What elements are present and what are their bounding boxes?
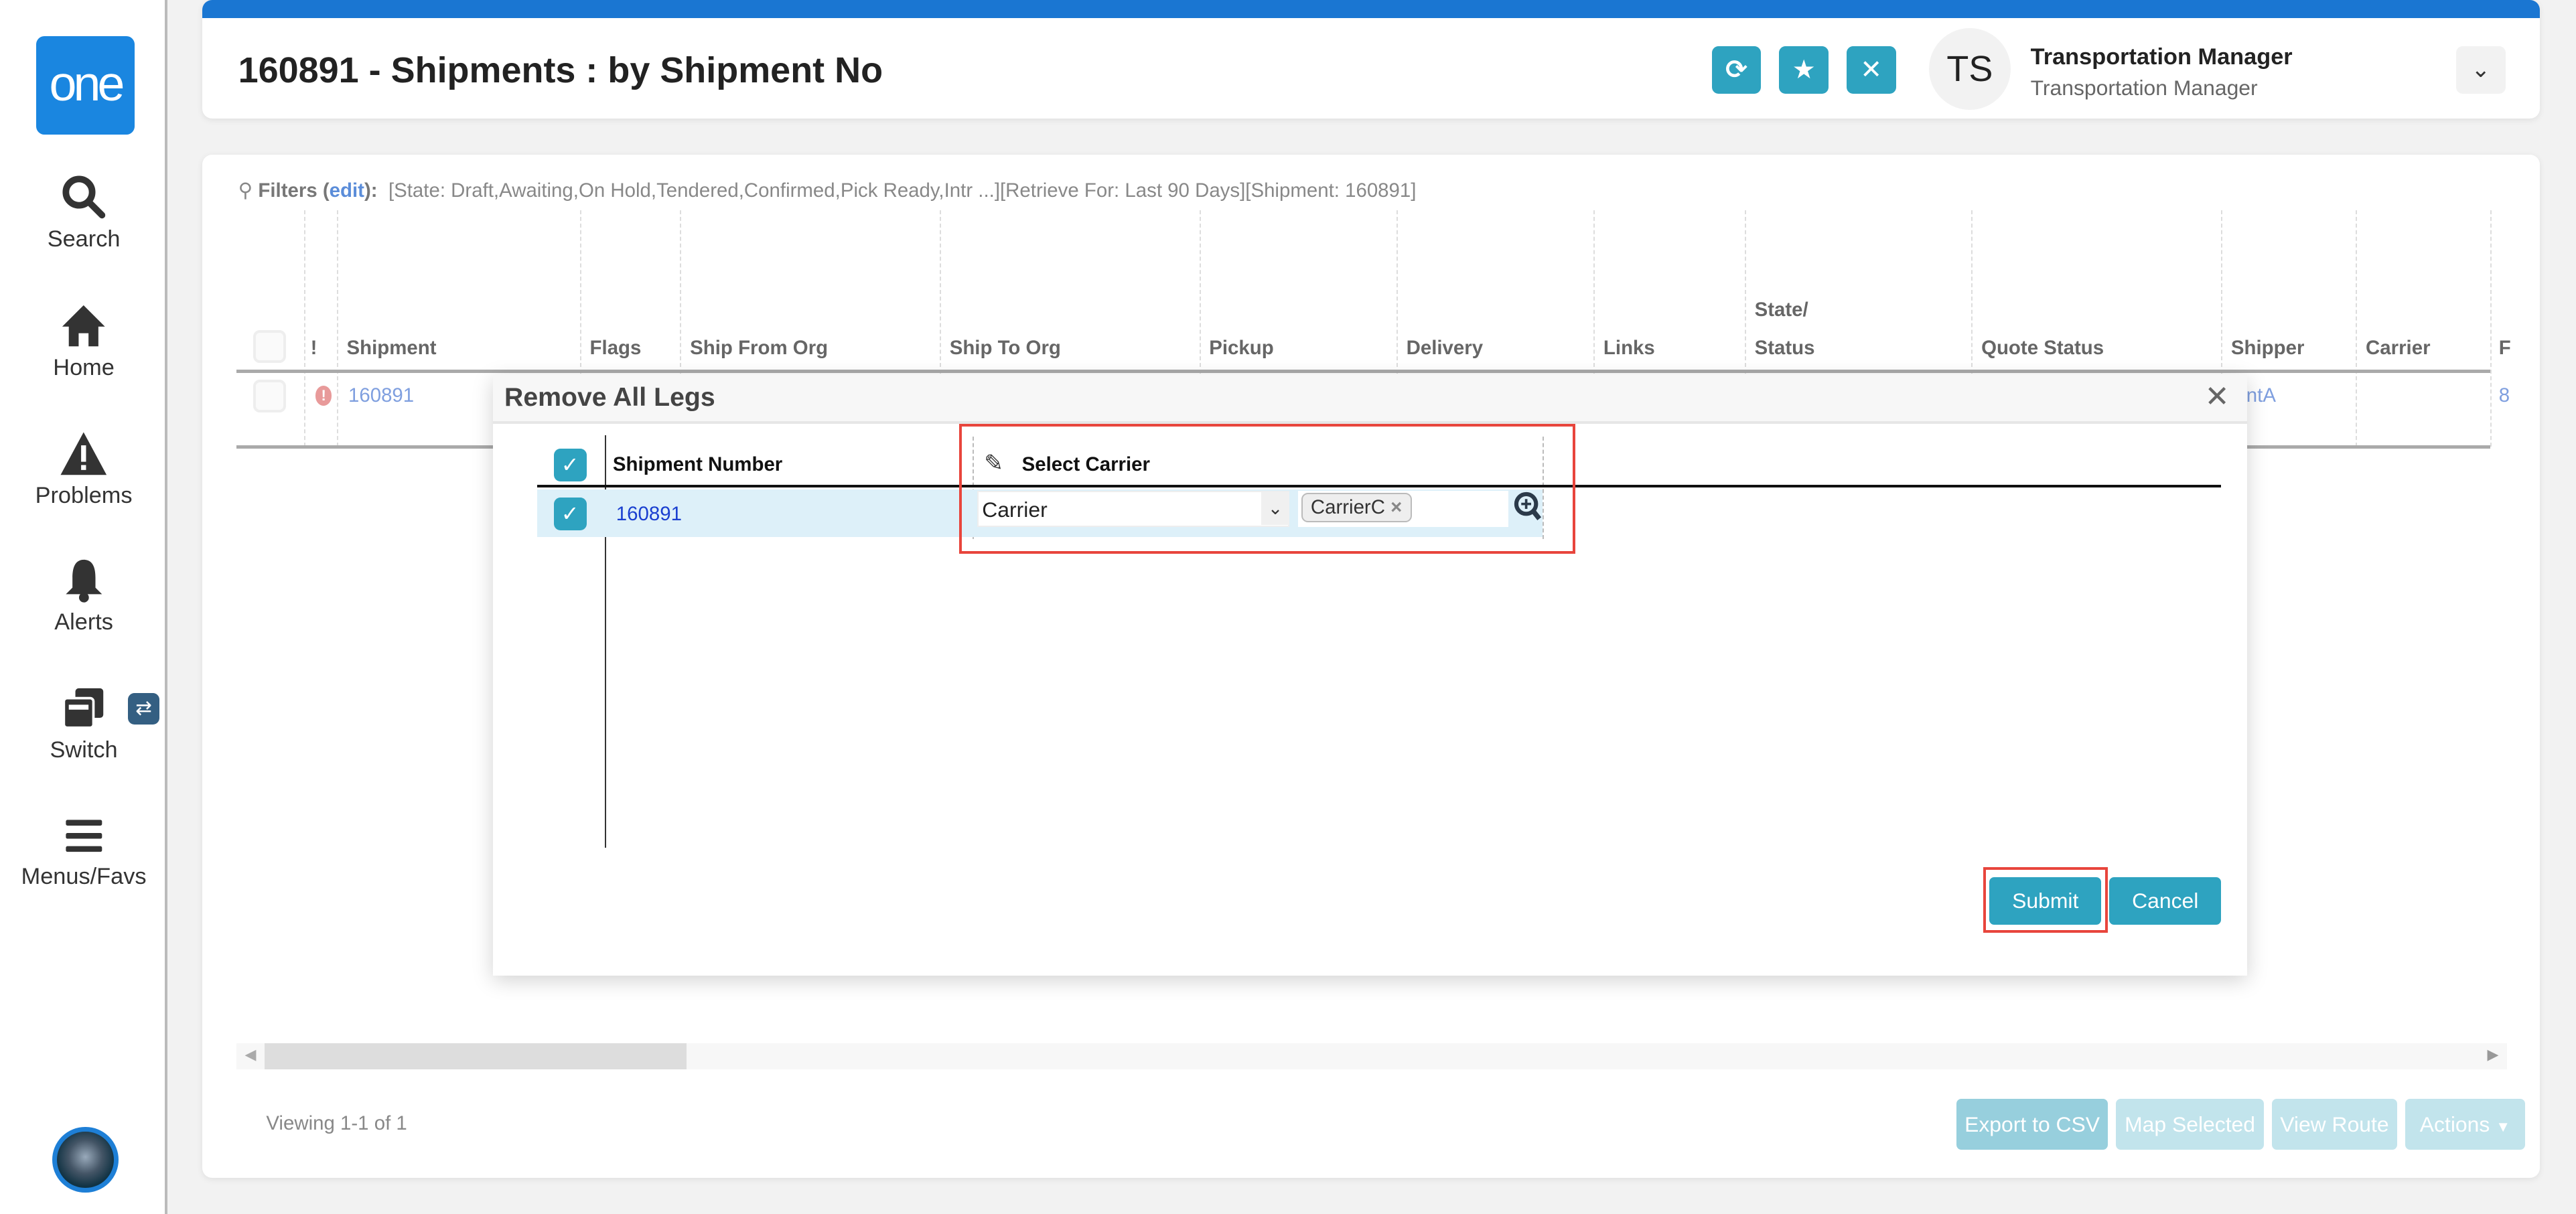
column-header-ship-from[interactable]: Ship From Org [690, 337, 828, 360]
map-selected-button[interactable]: Map Selected [2116, 1098, 2264, 1150]
sidebar-item-alerts[interactable]: Alerts [0, 556, 167, 635]
actions-button[interactable]: Actions ▼ [2405, 1098, 2525, 1150]
warning-icon [60, 432, 107, 475]
dialog-title: Remove All Legs [504, 382, 715, 412]
home-icon [62, 305, 105, 347]
cancel-button[interactable]: Cancel [2109, 877, 2222, 925]
windows-icon [62, 688, 104, 729]
user-avatar[interactable] [52, 1126, 119, 1193]
column-header-quote-status[interactable]: Quote Status [1981, 337, 2104, 360]
scroll-right-icon[interactable]: ▶ [2488, 1046, 2499, 1063]
row-checkbox[interactable] [253, 379, 286, 412]
highlight-select-carrier [959, 423, 1576, 554]
sidebar-item-label: Search [47, 226, 121, 252]
column-header-state[interactable]: State/ [1755, 299, 1808, 321]
column-header-ship-to[interactable]: Ship To Org [950, 337, 1061, 360]
scrollbar-thumb[interactable] [264, 1043, 687, 1069]
close-page-button[interactable]: ✕ [1846, 46, 1896, 94]
shipment-link[interactable]: 160891 [348, 384, 414, 407]
star-icon: ★ [1792, 54, 1816, 84]
column-divider [336, 210, 338, 447]
column-header-shipment-number: Shipment Number [612, 453, 783, 475]
chevron-down-icon: ⌄ [2471, 56, 2491, 82]
export-csv-button[interactable]: Export to CSV [1956, 1098, 2108, 1150]
filter-search-icon: ⚲ [238, 179, 253, 202]
user-initials-avatar[interactable]: TS [1928, 27, 2011, 110]
user-name: Transportation Manager [2030, 44, 2293, 70]
menu-icon [66, 819, 102, 852]
user-role: Transportation Manager [2030, 75, 2258, 100]
column-header-shipper[interactable]: Shipper [2231, 337, 2305, 360]
filters-label-end: ): [364, 179, 378, 202]
sidebar: one Search Home Problems Alerts Switch ⇄… [0, 0, 168, 1214]
column-header-links[interactable]: Links [1603, 337, 1655, 360]
page-header: 160891 - Shipments : by Shipment No ⟳ ★ … [202, 0, 2541, 119]
actions-label: Actions [2419, 1112, 2490, 1136]
row-extra-link[interactable]: 8 [2499, 384, 2510, 407]
sidebar-item-menus[interactable]: Menus/Favs [0, 815, 167, 891]
page-title: 160891 - Shipments : by Shipment No [238, 50, 883, 90]
favorite-button[interactable]: ★ [1779, 46, 1829, 94]
column-divider [303, 210, 305, 447]
column-header-pickup[interactable]: Pickup [1209, 337, 1273, 360]
select-all-checkbox[interactable]: ✓ [553, 448, 587, 481]
filters-label: Filters ( [258, 179, 330, 202]
sidebar-item-label: Switch [50, 737, 118, 763]
sidebar-item-label: Menus/Favs [21, 864, 147, 890]
pagination-info: Viewing 1-1 of 1 [266, 1112, 407, 1134]
column-header-delivery[interactable]: Delivery [1407, 337, 1484, 360]
column-header-flags[interactable]: Flags [590, 337, 642, 360]
sidebar-item-home[interactable]: Home [0, 302, 167, 380]
horizontal-scrollbar[interactable]: ◀ ▶ [236, 1043, 2507, 1069]
column-header-carrier[interactable]: Carrier [2366, 337, 2431, 360]
sidebar-item-search[interactable]: Search [0, 174, 167, 252]
dialog-header: Remove All Legs ✕ [492, 374, 2248, 424]
caret-down-icon: ▼ [2496, 1118, 2511, 1135]
close-icon: ✕ [1860, 54, 1883, 84]
filters-edit-link[interactable]: edit [330, 179, 364, 202]
sidebar-item-label: Problems [35, 483, 133, 509]
header-divider [236, 369, 2491, 373]
column-header-status[interactable]: Status [1755, 337, 1815, 360]
bell-icon [66, 560, 102, 603]
column-header-f[interactable]: F [2499, 337, 2511, 360]
app-logo[interactable]: one [35, 35, 135, 135]
search-icon [62, 175, 105, 219]
shipment-number-link[interactable]: 160891 [616, 503, 682, 526]
refresh-button[interactable]: ⟳ [1711, 46, 1762, 94]
filters-bar: ⚲ Filters (edit): [State: Draft,Awaiting… [238, 179, 1417, 202]
view-route-button[interactable]: View Route [2272, 1098, 2397, 1150]
column-header-shipment[interactable]: Shipment [347, 337, 437, 360]
column-divider [2356, 210, 2357, 447]
column-divider [2490, 210, 2492, 447]
refresh-icon: ⟳ [1725, 54, 1748, 84]
sidebar-item-problems[interactable]: Problems [0, 431, 167, 509]
remove-all-legs-dialog: Remove All Legs ✕ ✓ Shipment Number ✎ Se… [492, 374, 2248, 976]
filters-value: [State: Draft,Awaiting,On Hold,Tendered,… [388, 179, 1417, 202]
sidebar-item-label: Alerts [54, 609, 113, 635]
sidebar-item-label: Home [53, 354, 115, 380]
scroll-left-icon[interactable]: ◀ [244, 1046, 256, 1063]
switch-arrows-icon[interactable]: ⇄ [128, 693, 159, 725]
row-checkbox[interactable]: ✓ [553, 498, 587, 531]
select-all-checkbox[interactable] [253, 330, 286, 364]
column-header-alert[interactable]: ! [311, 337, 317, 360]
alert-icon: ! [315, 386, 332, 406]
user-menu-button[interactable]: ⌄ [2455, 46, 2506, 94]
accent-bar [202, 0, 2541, 18]
close-icon[interactable]: ✕ [2205, 380, 2230, 414]
highlight-submit [1983, 867, 2108, 933]
